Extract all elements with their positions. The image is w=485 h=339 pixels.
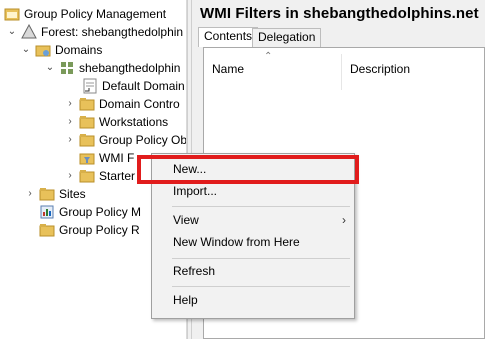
tree-item-label: Default Domain xyxy=(102,79,185,93)
column-header-name[interactable]: Name xyxy=(212,62,244,76)
collapsed-chevron-icon[interactable]: › xyxy=(64,167,76,185)
tree-item-wmi-filters[interactable]: WMI F xyxy=(64,149,134,167)
expanded-chevron-icon[interactable]: ⌄ xyxy=(20,41,32,59)
menu-separator xyxy=(172,286,350,287)
collapsed-chevron-icon[interactable]: › xyxy=(64,131,76,149)
tree-item-group-policy-results[interactable]: Group Policy R xyxy=(39,221,140,239)
tree-item-domain[interactable]: ⌄ shebangthedolphin xyxy=(44,59,181,77)
menu-item-view[interactable]: View › xyxy=(152,209,354,231)
expanded-chevron-icon[interactable]: ⌄ xyxy=(6,23,18,41)
tree-item-label: Domains xyxy=(55,43,103,57)
menu-item-label: View xyxy=(173,213,199,227)
modeling-icon xyxy=(39,204,55,220)
submenu-arrow-icon: › xyxy=(342,213,346,227)
expanded-chevron-icon[interactable]: ⌄ xyxy=(44,59,56,77)
tree-item-label: Workstations xyxy=(99,115,169,129)
forest-icon xyxy=(21,23,37,40)
tree-item-group-policy-modeling[interactable]: Group Policy M xyxy=(39,203,141,221)
tree-item-label: Starter xyxy=(99,169,136,183)
sort-caret-icon: ⌃ xyxy=(264,51,273,62)
tree-item-label: Domain Contro xyxy=(99,97,180,111)
ou-folder-icon xyxy=(79,96,95,112)
menu-item-new-window[interactable]: New Window from Here xyxy=(152,231,354,253)
column-header-description[interactable]: Description xyxy=(350,62,410,76)
tree-item-starter-gpos[interactable]: › Starter xyxy=(64,167,135,185)
tree-item-label: Group Policy Ob xyxy=(99,133,187,147)
menu-separator xyxy=(172,258,350,259)
gpo-link-icon xyxy=(82,78,98,94)
tree-item-sites[interactable]: › Sites xyxy=(24,185,86,203)
ou-folder-icon xyxy=(79,114,95,130)
tree-item-label: WMI F xyxy=(99,151,135,165)
tree-item-label: Group Policy M xyxy=(59,205,142,219)
domains-folder-icon xyxy=(35,42,51,58)
tree-item-workstations[interactable]: › Workstations xyxy=(64,113,168,131)
folder-icon xyxy=(79,132,95,148)
tab-delegation[interactable]: Delegation xyxy=(252,28,322,47)
sites-icon xyxy=(39,186,55,202)
collapsed-chevron-icon[interactable]: › xyxy=(24,185,36,203)
tree-item-label: Forest: shebangthedolphin xyxy=(41,25,184,39)
results-icon xyxy=(39,222,55,238)
collapsed-chevron-icon[interactable]: › xyxy=(64,95,76,113)
tree-item-domains[interactable]: ⌄ Domains xyxy=(20,41,103,59)
domain-icon xyxy=(59,60,75,76)
wmi-filter-folder-icon xyxy=(79,150,95,166)
tree-item-label: Group Policy R xyxy=(59,223,140,237)
tree-item-label: shebangthedolphin xyxy=(79,61,181,75)
tree-item-forest[interactable]: ⌄ Forest: shebangthedolphin xyxy=(6,23,183,41)
tree-item-label: Group Policy Management xyxy=(24,7,167,21)
tree-item-default-domain-policy[interactable]: Default Domain xyxy=(67,77,185,95)
page-title: WMI Filters in shebangthedolphins.net xyxy=(200,5,479,22)
menu-separator xyxy=(172,206,350,207)
tab-contents[interactable]: Contents xyxy=(198,27,259,47)
tree-item-gpm-root[interactable]: Group Policy Management xyxy=(4,5,166,23)
menu-item-help[interactable]: Help xyxy=(152,289,354,311)
tree-item-label: Sites xyxy=(59,187,86,201)
gpm-console-icon xyxy=(4,6,20,22)
collapsed-chevron-icon[interactable]: › xyxy=(64,113,76,131)
tree-item-domain-controllers[interactable]: › Domain Contro xyxy=(64,95,180,113)
folder-icon xyxy=(79,168,95,184)
column-divider[interactable] xyxy=(341,54,342,90)
menu-item-refresh[interactable]: Refresh xyxy=(152,260,354,282)
highlight-annotation xyxy=(137,155,359,184)
tree-item-group-policy-objects[interactable]: › Group Policy Ob xyxy=(64,131,187,149)
